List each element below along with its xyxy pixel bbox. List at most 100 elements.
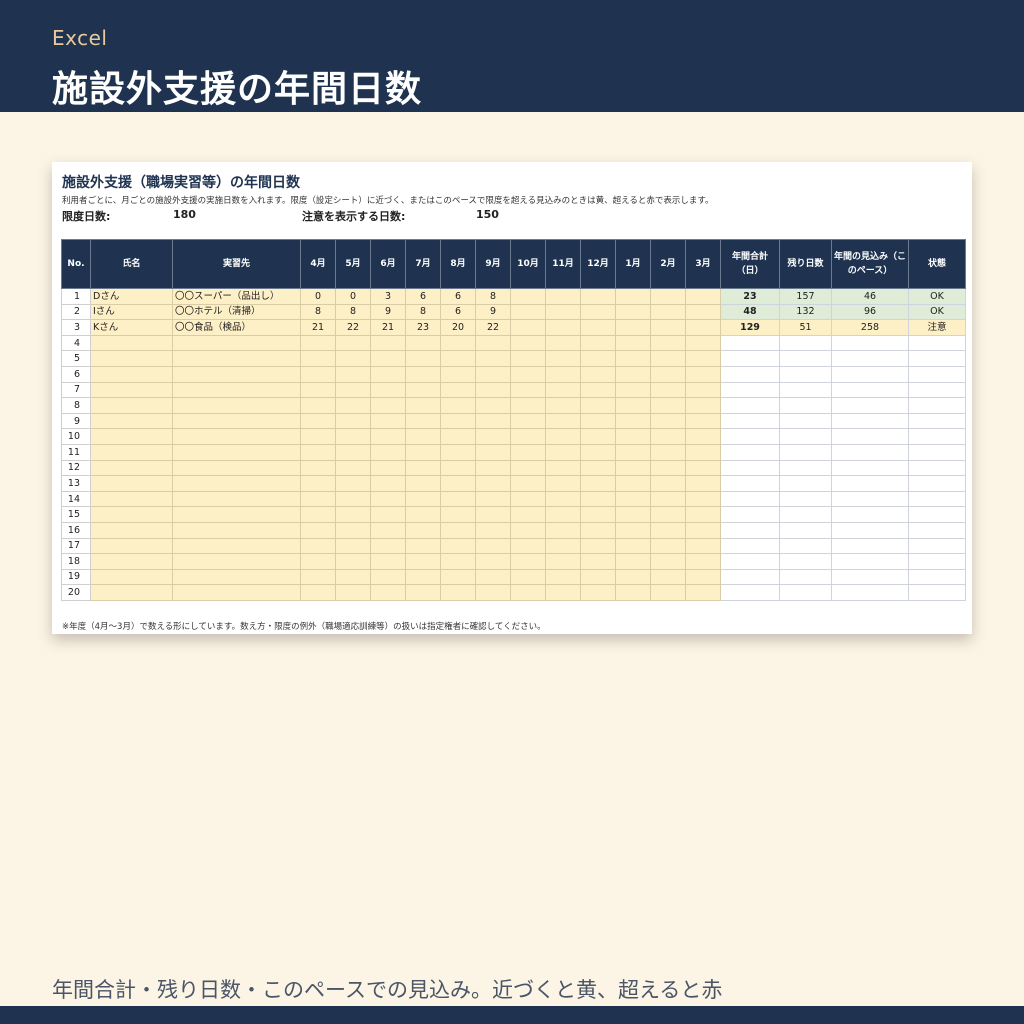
- workplace-cell[interactable]: 〇〇食品（検品）: [172, 319, 301, 336]
- month-cell[interactable]: [580, 568, 616, 586]
- month-cell[interactable]: [545, 475, 581, 492]
- month-cell[interactable]: [440, 584, 476, 601]
- month-cell[interactable]: [475, 334, 511, 352]
- month-cell[interactable]: [545, 319, 581, 336]
- month-cell[interactable]: [475, 459, 511, 477]
- month-cell[interactable]: [335, 365, 371, 383]
- workplace-cell[interactable]: 〇〇ホテル（清掃）: [172, 303, 301, 321]
- month-cell[interactable]: [580, 443, 616, 461]
- month-cell[interactable]: [335, 459, 371, 477]
- month-cell[interactable]: [475, 521, 511, 539]
- month-cell[interactable]: [685, 568, 721, 586]
- month-cell[interactable]: [405, 568, 441, 586]
- month-cell[interactable]: [475, 428, 511, 445]
- month-cell[interactable]: 21: [300, 319, 336, 336]
- month-cell[interactable]: 22: [335, 319, 371, 336]
- month-cell[interactable]: 20: [440, 319, 476, 336]
- month-cell[interactable]: 3: [370, 288, 406, 305]
- column-header[interactable]: No.: [61, 239, 91, 289]
- month-cell[interactable]: [685, 334, 721, 352]
- month-cell[interactable]: [335, 443, 371, 461]
- month-cell[interactable]: 8: [405, 303, 441, 321]
- name-cell[interactable]: [90, 475, 173, 492]
- month-cell[interactable]: [650, 319, 686, 336]
- month-cell[interactable]: [335, 397, 371, 414]
- month-cell[interactable]: [580, 506, 616, 523]
- month-cell[interactable]: [545, 381, 581, 399]
- month-cell[interactable]: [580, 365, 616, 383]
- month-cell[interactable]: [545, 412, 581, 430]
- month-cell[interactable]: [685, 428, 721, 445]
- workplace-cell[interactable]: [172, 490, 301, 508]
- month-cell[interactable]: [650, 568, 686, 586]
- column-header[interactable]: 3月: [685, 239, 721, 289]
- month-cell[interactable]: [615, 506, 651, 523]
- month-cell[interactable]: [370, 475, 406, 492]
- month-cell[interactable]: 9: [370, 303, 406, 321]
- workplace-cell[interactable]: [172, 365, 301, 383]
- month-cell[interactable]: [300, 506, 336, 523]
- month-cell[interactable]: [685, 288, 721, 305]
- month-cell[interactable]: 8: [335, 303, 371, 321]
- month-cell[interactable]: [615, 319, 651, 336]
- month-cell[interactable]: [685, 521, 721, 539]
- month-cell[interactable]: [545, 459, 581, 477]
- warn-value[interactable]: 150: [476, 208, 499, 221]
- month-cell[interactable]: [510, 334, 546, 352]
- month-cell[interactable]: [650, 537, 686, 555]
- month-cell[interactable]: [370, 334, 406, 352]
- column-header[interactable]: 4月: [300, 239, 336, 289]
- month-cell[interactable]: [615, 381, 651, 399]
- workplace-cell[interactable]: [172, 584, 301, 601]
- workplace-cell[interactable]: [172, 397, 301, 414]
- month-cell[interactable]: [475, 443, 511, 461]
- month-cell[interactable]: [615, 490, 651, 508]
- month-cell[interactable]: [440, 475, 476, 492]
- month-cell[interactable]: [370, 553, 406, 570]
- month-cell[interactable]: [510, 506, 546, 523]
- month-cell[interactable]: [510, 537, 546, 555]
- month-cell[interactable]: [370, 537, 406, 555]
- month-cell[interactable]: [685, 443, 721, 461]
- month-cell[interactable]: [580, 490, 616, 508]
- month-cell[interactable]: [545, 490, 581, 508]
- column-header[interactable]: 10月: [510, 239, 546, 289]
- column-header[interactable]: 年間の見込み（このペース）: [831, 239, 909, 289]
- month-cell[interactable]: [405, 397, 441, 414]
- month-cell[interactable]: [300, 381, 336, 399]
- month-cell[interactable]: [300, 459, 336, 477]
- month-cell[interactable]: [580, 381, 616, 399]
- month-cell[interactable]: [615, 350, 651, 367]
- month-cell[interactable]: [300, 521, 336, 539]
- month-cell[interactable]: [650, 475, 686, 492]
- column-header[interactable]: 11月: [545, 239, 581, 289]
- month-cell[interactable]: [685, 490, 721, 508]
- month-cell[interactable]: [370, 568, 406, 586]
- month-cell[interactable]: [510, 553, 546, 570]
- month-cell[interactable]: [685, 459, 721, 477]
- month-cell[interactable]: [335, 537, 371, 555]
- month-cell[interactable]: [405, 381, 441, 399]
- month-cell[interactable]: [510, 319, 546, 336]
- workplace-cell[interactable]: [172, 443, 301, 461]
- month-cell[interactable]: [615, 568, 651, 586]
- month-cell[interactable]: [580, 584, 616, 601]
- workplace-cell[interactable]: [172, 459, 301, 477]
- workplace-cell[interactable]: [172, 537, 301, 555]
- month-cell[interactable]: [615, 459, 651, 477]
- month-cell[interactable]: [370, 521, 406, 539]
- month-cell[interactable]: [405, 412, 441, 430]
- month-cell[interactable]: [440, 334, 476, 352]
- name-cell[interactable]: [90, 490, 173, 508]
- month-cell[interactable]: [370, 428, 406, 445]
- workplace-cell[interactable]: [172, 568, 301, 586]
- month-cell[interactable]: [615, 334, 651, 352]
- month-cell[interactable]: [370, 459, 406, 477]
- month-cell[interactable]: [405, 537, 441, 555]
- month-cell[interactable]: [405, 365, 441, 383]
- month-cell[interactable]: [335, 412, 371, 430]
- name-cell[interactable]: [90, 350, 173, 367]
- name-cell[interactable]: [90, 334, 173, 352]
- month-cell[interactable]: [440, 490, 476, 508]
- month-cell[interactable]: [685, 537, 721, 555]
